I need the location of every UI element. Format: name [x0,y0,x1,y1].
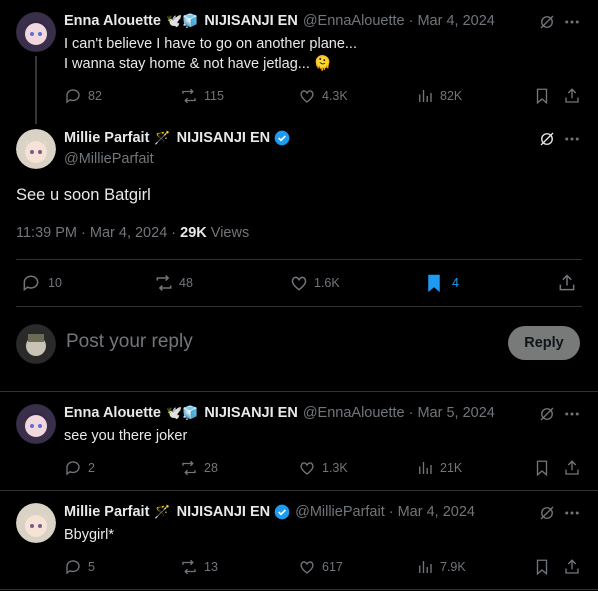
avatar-millie[interactable] [16,503,56,543]
bookmark-icon [428,274,440,293]
grok-icon[interactable] [538,130,556,148]
bookmark-icon[interactable] [533,87,551,105]
tweet-date[interactable]: Mar 4, 2024 [417,13,494,29]
like-button[interactable]: 617 [298,558,343,576]
reply-icon [66,560,80,575]
repost-icon [156,274,172,292]
tweet-text-line: Bbygirl* [64,527,114,543]
thread-connector [35,56,37,124]
bookmark-icon[interactable] [533,558,551,576]
reply-icon [23,275,39,292]
main-tweet-text: See u soon Batgirl [16,186,151,204]
user-handle[interactable]: @MillieParfait [295,504,385,520]
repost-button[interactable]: 28 [180,459,218,477]
tweet-date[interactable]: Mar 4, 2024 [398,504,475,520]
grok-icon[interactable] [538,405,556,423]
tweet-text-line: I can't believe I have to go on another … [64,36,357,52]
tweet-text-line: I wanna stay home & not have jetlag... 🫠 [64,56,332,72]
verified-icon [274,504,290,520]
org-name[interactable]: NIJISANJI EN [204,405,297,421]
avatar-enna[interactable] [16,404,56,444]
reply-button[interactable]: 82 [64,87,102,105]
divider [0,391,598,392]
tweet-date[interactable]: Mar 5, 2024 [417,405,494,421]
like-icon [300,462,314,475]
avatar-enna[interactable] [16,12,56,52]
tweet-header: Millie Parfait 🪄 NIJISANJI EN [64,130,290,146]
verified-icon [274,130,290,146]
divider [0,589,598,590]
more-icon[interactable] [563,130,581,148]
display-name[interactable]: Millie Parfait [64,130,149,146]
display-name[interactable]: Enna Alouette [64,13,161,29]
name-emoji: 🪄 [154,504,171,520]
tweet-header: Millie Parfait 🪄 NIJISANJI EN @MilliePar… [64,504,475,520]
share-icon[interactable] [563,558,581,576]
like-icon [300,90,314,103]
reply-button[interactable]: 2 [64,459,95,477]
grok-icon[interactable] [538,504,556,522]
user-handle[interactable]: @MillieParfait [64,151,154,167]
repost-icon [182,88,196,104]
display-name[interactable]: Millie Parfait [64,504,149,520]
avatar-millie[interactable] [16,129,56,169]
more-icon[interactable] [563,405,581,423]
reply-button[interactable]: 5 [64,558,95,576]
tweet-header: Enna Alouette 🕊️🧊 NIJISANJI EN @EnnaAlou… [64,13,495,29]
display-name[interactable]: Enna Alouette [64,405,161,421]
views-button[interactable]: 21K [416,459,462,477]
views-label: Views [206,225,250,241]
reply-input[interactable]: Post your reply [66,331,193,353]
user-handle[interactable]: @EnnaAlouette [303,13,405,29]
user-handle[interactable]: @EnnaAlouette [303,405,405,421]
like-button[interactable]: 4.3K [298,87,348,105]
more-icon[interactable] [563,504,581,522]
views-icon [419,462,432,474]
views-count: 29K [180,225,207,241]
org-name[interactable]: NIJISANJI EN [177,504,270,520]
divider [16,306,582,307]
share-icon[interactable] [563,87,581,105]
tweet-header: Enna Alouette 🕊️🧊 NIJISANJI EN @EnnaAlou… [64,405,495,421]
tweet-text-line: see you there joker [64,428,188,444]
bookmark-button[interactable]: 4 [424,273,459,293]
share-icon[interactable] [563,459,581,477]
like-button[interactable]: 1.3K [298,459,348,477]
repost-button[interactable]: 13 [180,558,218,576]
grok-icon[interactable] [538,13,556,31]
views-button[interactable]: 82K [416,87,462,105]
avatar-current-user [16,324,56,364]
tweet-time[interactable]: 11:39 PM · Mar 4, 2024 · [16,225,180,241]
like-icon [291,276,307,291]
name-emoji: 🕊️🧊 [165,13,199,29]
org-name[interactable]: NIJISANJI EN [204,13,297,29]
org-name[interactable]: NIJISANJI EN [177,130,270,146]
views-button[interactable]: 7.9K [416,558,466,576]
name-emoji: 🪄 [154,130,171,146]
repost-button[interactable]: 115 [180,87,224,105]
views-icon [419,90,432,102]
tweet-timestamp: 11:39 PM · Mar 4, 2024 · 29K Views [16,225,249,241]
more-icon[interactable] [563,13,581,31]
reply-icon [66,461,80,476]
divider [0,490,598,491]
views-icon [419,561,432,573]
bookmark-icon[interactable] [533,459,551,477]
share-icon[interactable] [557,273,577,293]
reply-button[interactable]: 10 [21,273,62,293]
name-emoji: 🕊️🧊 [165,405,199,421]
repost-button[interactable]: 48 [154,273,193,293]
like-icon [300,561,314,574]
reply-submit-button[interactable]: Reply [508,326,580,360]
repost-icon [182,460,196,476]
like-button[interactable]: 1.6K [289,273,340,293]
reply-icon [66,89,80,104]
divider [16,259,582,260]
repost-icon [182,559,196,575]
